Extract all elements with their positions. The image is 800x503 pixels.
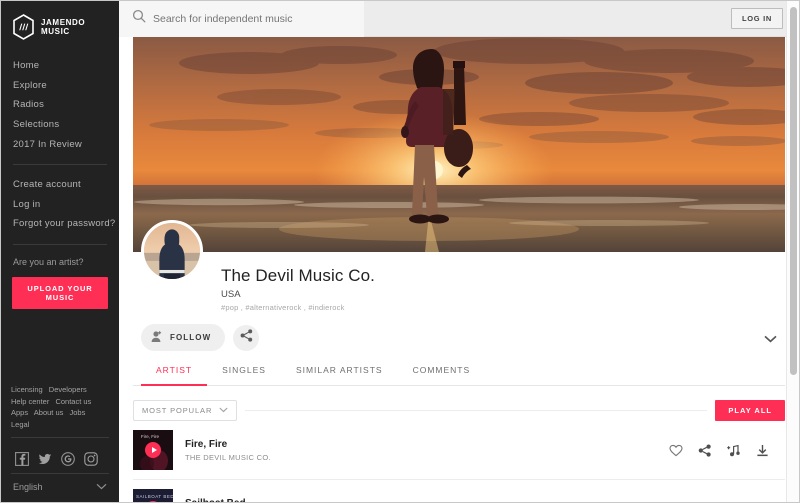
sort-dropdown[interactable]: MOST POPULAR bbox=[133, 400, 238, 421]
table-row[interactable]: SAILBOAT BED Sailboat Bed THE DEVIL MUSI… bbox=[133, 480, 785, 502]
sidebar-divider-2 bbox=[13, 243, 107, 245]
chevron-down-icon bbox=[96, 482, 107, 492]
facebook-icon[interactable] bbox=[15, 452, 29, 466]
sidebar-item-home[interactable]: Home bbox=[1, 56, 119, 76]
twitter-icon[interactable] bbox=[38, 452, 52, 466]
track-info: Sailboat Bed THE DEVIL MUSIC CO. bbox=[185, 498, 271, 503]
sidebar-item-create-account[interactable]: Create account bbox=[1, 175, 119, 195]
avatar-image bbox=[144, 223, 200, 279]
main-content: LOG IN bbox=[119, 1, 799, 502]
track-info: Fire, Fire THE DEVIL MUSIC CO. bbox=[185, 439, 271, 462]
sidebar-item-2017-in-review[interactable]: 2017 In Review bbox=[1, 134, 119, 154]
track-artist: THE DEVIL MUSIC CO. bbox=[185, 452, 271, 462]
page-title: The Devil Music Co. bbox=[221, 266, 375, 285]
footer-link-about-us[interactable]: About us bbox=[34, 408, 64, 417]
sidebar-item-forgot-password[interactable]: Forgot your password? bbox=[1, 214, 119, 234]
brand-name: JAMENDO MUSIC bbox=[41, 17, 86, 37]
tab-artist[interactable]: ARTIST bbox=[141, 357, 208, 386]
footer-link-contact-us[interactable]: Contact us bbox=[55, 397, 91, 406]
footer-link-developers[interactable]: Developers bbox=[49, 385, 87, 394]
artist-tags: #pop , #alternativerock , #indierock bbox=[221, 303, 345, 312]
share-icon[interactable] bbox=[698, 444, 712, 457]
play-all-button[interactable]: PLAY ALL bbox=[715, 400, 785, 421]
vertical-scrollbar[interactable] bbox=[786, 1, 799, 502]
sidebar-item-log-in[interactable]: Log in bbox=[1, 195, 119, 215]
follow-button-label: FOLLOW bbox=[170, 333, 212, 342]
track-actions bbox=[669, 444, 781, 457]
table-row[interactable]: Fire, Fire Fire, Fire THE DEVIL MUSIC CO… bbox=[133, 421, 785, 480]
tab-singles[interactable]: SINGLES bbox=[207, 357, 281, 386]
artist-tabs: ARTIST SINGLES SIMILAR ARTISTS COMMENTS bbox=[133, 357, 785, 386]
top-bar: LOG IN bbox=[119, 1, 799, 37]
expand-bio-button[interactable] bbox=[764, 330, 777, 348]
footer-link-jobs[interactable]: Jobs bbox=[69, 408, 85, 417]
chevron-down-icon bbox=[219, 406, 228, 415]
follow-button[interactable]: FOLLOW bbox=[141, 324, 226, 351]
footer-link-apps[interactable]: Apps bbox=[11, 408, 28, 417]
track-panel: MOST POPULAR PLAY ALL Fire, Fire Fire, F… bbox=[133, 400, 785, 502]
social-links bbox=[1, 452, 119, 466]
footer-links: Licensing Developers Help center Contact… bbox=[1, 384, 119, 430]
track-toolbar: MOST POPULAR PLAY ALL bbox=[133, 400, 785, 421]
hero-banner bbox=[133, 37, 785, 252]
sidebar-divider-4 bbox=[11, 473, 109, 474]
track-title: Fire, Fire bbox=[185, 438, 228, 450]
sidebar-item-explore[interactable]: Explore bbox=[1, 76, 119, 96]
tab-comments[interactable]: COMMENTS bbox=[398, 357, 486, 386]
scrollbar-thumb[interactable] bbox=[790, 7, 797, 375]
brand-logo[interactable]: JAMENDO MUSIC bbox=[1, 1, 119, 40]
sidebar-divider-3 bbox=[11, 437, 109, 438]
track-title: Sailboat Bed bbox=[185, 498, 271, 503]
login-button[interactable]: LOG IN bbox=[730, 8, 783, 29]
avatar[interactable] bbox=[141, 220, 203, 282]
add-to-playlist-icon[interactable] bbox=[727, 444, 741, 457]
share-icon bbox=[240, 328, 253, 347]
sidebar-item-selections[interactable]: Selections bbox=[1, 115, 119, 135]
artist-header: The Devil Music Co. USA #pop , #alternat… bbox=[119, 220, 799, 357]
share-button[interactable] bbox=[233, 324, 260, 351]
search-input[interactable] bbox=[153, 12, 343, 25]
jamendo-hexagon-logo-icon bbox=[12, 14, 35, 40]
upload-your-music-button[interactable]: UPLOAD YOUR MUSIC bbox=[12, 276, 108, 309]
main-nav: Home Explore Radios Selections 2017 In R… bbox=[1, 56, 119, 154]
account-nav: Create account Log in Forgot your passwo… bbox=[1, 175, 119, 234]
language-selector-label: English bbox=[13, 482, 43, 492]
play-button[interactable] bbox=[145, 442, 161, 458]
googleplus-icon[interactable] bbox=[61, 452, 75, 466]
download-icon[interactable] bbox=[756, 444, 769, 457]
footer-link-licensing[interactable]: Licensing bbox=[11, 385, 43, 394]
artist-actions: FOLLOW bbox=[141, 324, 260, 351]
jamendo-artist-page: JAMENDO MUSIC Home Explore Radios Select… bbox=[0, 0, 800, 503]
svg-text:SAILBOAT BED: SAILBOAT BED bbox=[136, 494, 173, 499]
track-cover[interactable]: SAILBOAT BED bbox=[133, 489, 173, 502]
sort-dropdown-label: MOST POPULAR bbox=[142, 406, 213, 415]
artist-meta: The Devil Music Co. USA #pop , #alternat… bbox=[133, 252, 785, 312]
search-box[interactable] bbox=[119, 1, 364, 37]
toolbar-divider bbox=[245, 410, 708, 411]
language-selector[interactable]: English bbox=[1, 476, 119, 498]
sidebar-divider-1 bbox=[13, 163, 107, 165]
sidebar: JAMENDO MUSIC Home Explore Radios Select… bbox=[1, 1, 119, 502]
heart-icon[interactable] bbox=[669, 444, 683, 457]
sidebar-item-radios[interactable]: Radios bbox=[1, 95, 119, 115]
svg-text:Fire, Fire: Fire, Fire bbox=[141, 434, 159, 439]
chevron-down-icon bbox=[764, 330, 777, 347]
footer-link-legal[interactable]: Legal bbox=[11, 420, 29, 429]
search-icon bbox=[132, 9, 146, 28]
artist-prompt-text: Are you an artist? bbox=[13, 256, 84, 267]
artist-location: USA bbox=[221, 289, 241, 300]
footer-link-help-center[interactable]: Help center bbox=[11, 397, 49, 406]
person-add-icon bbox=[150, 330, 163, 345]
track-cover[interactable]: Fire, Fire bbox=[133, 430, 173, 470]
hero-image bbox=[133, 37, 785, 252]
instagram-icon[interactable] bbox=[84, 452, 98, 466]
tab-similar-artists[interactable]: SIMILAR ARTISTS bbox=[281, 357, 398, 386]
